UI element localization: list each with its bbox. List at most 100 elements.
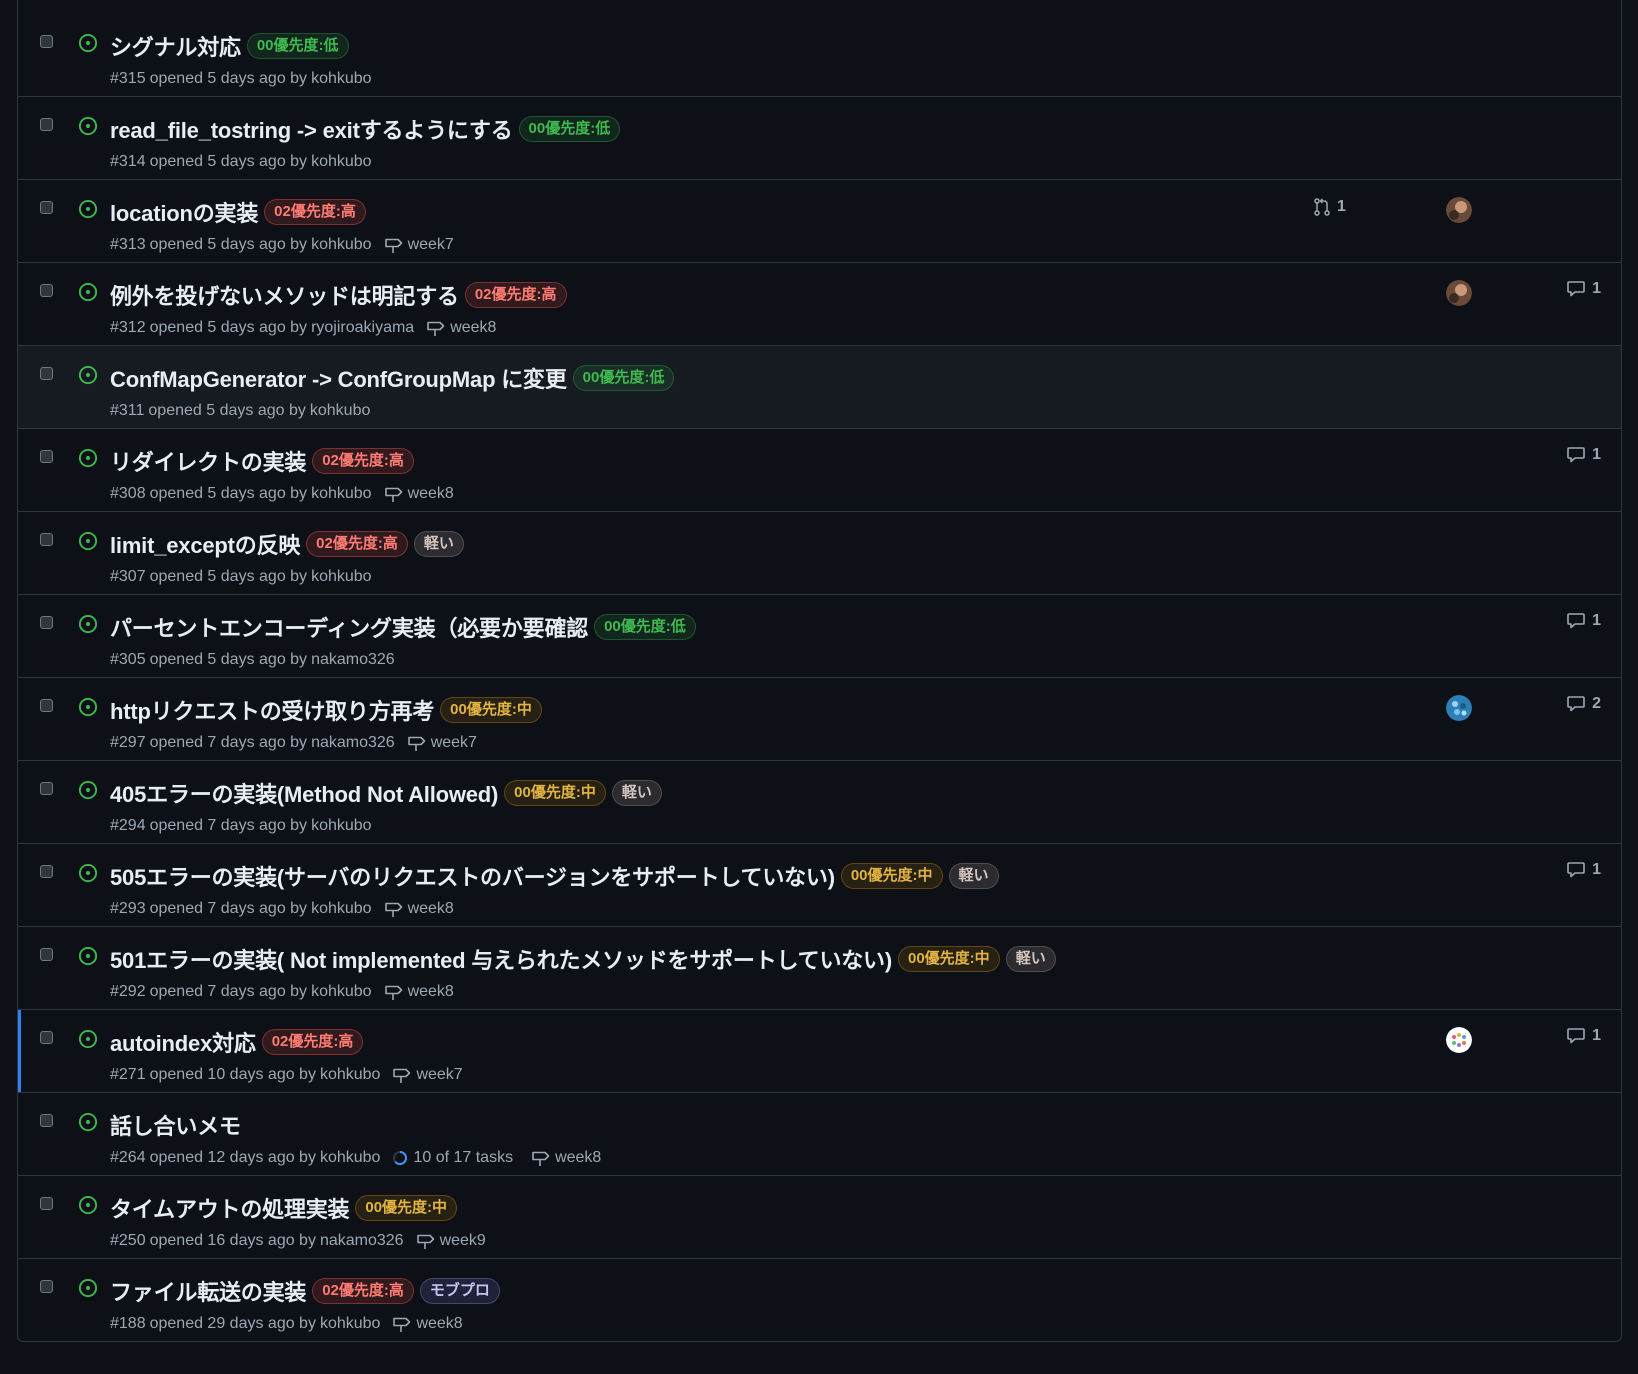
issue-select-checkbox[interactable] — [40, 699, 53, 712]
comments-link[interactable]: 1 — [1566, 1027, 1601, 1045]
issue-title-link[interactable]: locationの実装 — [110, 196, 258, 228]
issue-title-link[interactable]: 505エラーの実装(サーバのリクエストのバージョンをサポートしていない) — [110, 860, 835, 892]
issue-author-link[interactable]: kohkubo — [311, 236, 372, 254]
milestone-link[interactable]: week9 — [416, 1232, 486, 1250]
issue-select-checkbox[interactable] — [40, 1280, 53, 1293]
issue-label[interactable]: 00優先度:中 — [355, 1195, 458, 1221]
issue-label[interactable]: モブプロ — [419, 1278, 500, 1304]
milestone-link[interactable]: week8 — [531, 1149, 601, 1167]
issue-title-link[interactable]: 話し合いメモ — [110, 1109, 241, 1141]
issue-row[interactable]: 501エラーの実装( Not implemented 与えられたメソッドをサポー… — [18, 926, 1621, 1009]
issue-label[interactable]: 軽い — [611, 780, 662, 806]
issue-label[interactable]: 02優先度:高 — [264, 199, 366, 225]
issue-label[interactable]: 02優先度:高 — [464, 282, 567, 308]
issue-label[interactable]: 02優先度:高 — [261, 1029, 364, 1055]
issue-title-link[interactable]: ファイル転送の実装 — [110, 1275, 306, 1307]
issue-label[interactable]: 00優先度:中 — [440, 697, 542, 723]
issue-title-link[interactable]: ConfMapGenerator -> ConfGroupMap に変更 — [110, 362, 567, 394]
issue-label[interactable]: 00優先度:低 — [246, 33, 349, 59]
issue-select-checkbox[interactable] — [40, 782, 53, 795]
issue-label[interactable]: 02優先度:高 — [306, 531, 408, 557]
comments-link[interactable]: 1 — [1566, 861, 1601, 879]
assignee-avatar[interactable] — [1446, 695, 1472, 721]
issue-select-checkbox[interactable] — [40, 865, 53, 878]
issue-author-link[interactable]: kohkubo — [311, 153, 372, 171]
issue-row[interactable]: 話し合いメモ #264 opened 12 days ago by kohkubo 10… — [18, 1092, 1621, 1175]
issue-row[interactable]: ファイル転送の実装 02優先度:高 モブプロ #188 opened 29 days a… — [18, 1258, 1621, 1341]
issue-author-link[interactable]: kohkubo — [320, 1315, 381, 1333]
issue-row[interactable]: ConfMapGenerator -> ConfGroupMap に変更 00優先… — [18, 345, 1621, 428]
issue-title-link[interactable]: リダイレクトの実装 — [110, 445, 306, 477]
issue-title-link[interactable]: 405エラーの実装(Method Not Allowed) — [110, 777, 498, 809]
issue-row[interactable]: シグナル対応 00優先度:低 #315 opened 5 days ago by koh… — [18, 0, 1621, 96]
issue-select-checkbox[interactable] — [40, 1031, 53, 1044]
issue-author-link[interactable]: kohkubo — [311, 70, 372, 88]
issue-select-checkbox[interactable] — [40, 367, 53, 380]
comments-link[interactable]: 1 — [1566, 446, 1601, 464]
comments-link[interactable]: 1 — [1566, 280, 1601, 298]
issue-label[interactable]: 軽い — [413, 531, 464, 557]
issue-label[interactable]: 00優先度:低 — [518, 116, 621, 142]
issue-label[interactable]: 00優先度:中 — [840, 863, 943, 889]
issue-select-checkbox[interactable] — [40, 284, 53, 297]
assignee-avatar[interactable] — [1446, 197, 1472, 223]
milestone-link[interactable]: week8 — [384, 900, 454, 918]
linked-pull-request[interactable]: 1 — [1313, 197, 1346, 217]
issue-select-checkbox[interactable] — [40, 201, 53, 214]
issue-select-checkbox[interactable] — [40, 1114, 53, 1127]
issue-author-link[interactable]: nakamo326 — [311, 651, 395, 669]
issue-author-link[interactable]: kohkubo — [311, 568, 372, 586]
issue-title-link[interactable]: パーセントエンコーディング実装（必要か要確認 — [110, 611, 588, 643]
issue-select-checkbox[interactable] — [40, 450, 53, 463]
assignee-avatar[interactable] — [1446, 1027, 1472, 1053]
issue-title-link[interactable]: 501エラーの実装( Not implemented 与えられたメソッドをサポー… — [110, 943, 892, 975]
issue-author-link[interactable]: kohkubo — [320, 1149, 381, 1167]
milestone-link[interactable]: week7 — [392, 1066, 463, 1084]
issue-select-checkbox[interactable] — [40, 1197, 53, 1210]
issue-row[interactable]: パーセントエンコーディング実装（必要か要確認 00優先度:低 #305 opened … — [18, 594, 1621, 677]
comments-link[interactable]: 1 — [1566, 612, 1601, 630]
milestone-link[interactable]: week8 — [392, 1315, 463, 1333]
issue-row[interactable]: 例外を投げないメソッドは明記する 02優先度:高 #312 opened 5 days… — [18, 262, 1621, 345]
issue-select-checkbox[interactable] — [40, 118, 53, 131]
issue-label[interactable]: 00優先度:低 — [594, 614, 696, 640]
issue-label[interactable]: 軽い — [948, 863, 999, 889]
milestone-link[interactable]: week7 — [384, 236, 454, 254]
milestone-link[interactable]: week8 — [384, 983, 454, 1001]
issue-select-checkbox[interactable] — [40, 948, 53, 961]
issue-author-link[interactable]: nakamo326 — [311, 734, 395, 752]
issue-select-checkbox[interactable] — [40, 35, 53, 48]
issue-row[interactable]: 405エラーの実装(Method Not Allowed) 00優先度:中 軽い #2… — [18, 760, 1621, 843]
issue-label[interactable]: 00優先度:低 — [572, 365, 675, 391]
issue-title-link[interactable]: autoindex対応 — [110, 1026, 256, 1058]
issue-row[interactable]: タイムアウトの処理実装 00優先度:中 #250 opened 16 days ago… — [18, 1175, 1621, 1258]
issue-title-link[interactable]: read_file_tostring -> exitするようにする — [110, 113, 513, 145]
comments-link[interactable]: 2 — [1566, 695, 1601, 713]
issue-row[interactable]: locationの実装 02優先度:高 #313 opened 5 days ago … — [18, 179, 1621, 262]
issue-author-link[interactable]: kohkubo — [320, 1066, 381, 1084]
issue-row[interactable]: 505エラーの実装(サーバのリクエストのバージョンをサポートしていない) 00優先… — [18, 843, 1621, 926]
issue-title-link[interactable]: 例外を投げないメソッドは明記する — [110, 279, 459, 311]
issue-author-link[interactable]: kohkubo — [311, 485, 372, 503]
issue-author-link[interactable]: kohkubo — [311, 817, 372, 835]
issue-author-link[interactable]: kohkubo — [310, 402, 371, 420]
issue-label[interactable]: 軽い — [1005, 946, 1056, 972]
issue-author-link[interactable]: nakamo326 — [320, 1232, 404, 1250]
issue-author-link[interactable]: kohkubo — [311, 983, 372, 1001]
issue-title-link[interactable]: シグナル対応 — [110, 30, 241, 62]
issue-row[interactable]: autoindex対応 02優先度:高 #271 opened 10 days ago… — [18, 1009, 1621, 1092]
issue-title-link[interactable]: タイムアウトの処理実装 — [110, 1192, 350, 1224]
issue-label[interactable]: 00優先度:中 — [898, 946, 1000, 972]
issue-row[interactable]: read_file_tostring -> exitするようにする 00優先度:低… — [18, 96, 1621, 179]
milestone-link[interactable]: week8 — [384, 485, 454, 503]
issue-label[interactable]: 02優先度:高 — [312, 1278, 414, 1304]
milestone-link[interactable]: week8 — [426, 319, 496, 337]
assignee-avatar[interactable] — [1446, 280, 1472, 306]
issue-row[interactable]: limit_exceptの反映 02優先度:高 軽い #307 opened 5 day… — [18, 511, 1621, 594]
issue-select-checkbox[interactable] — [40, 616, 53, 629]
issue-title-link[interactable]: limit_exceptの反映 — [110, 528, 300, 560]
issue-label[interactable]: 02優先度:高 — [312, 448, 414, 474]
milestone-link[interactable]: week7 — [407, 734, 477, 752]
issue-title-link[interactable]: httpリクエストの受け取り方再考 — [110, 694, 434, 726]
issue-row[interactable]: リダイレクトの実装 02優先度:高 #308 opened 5 days ago by… — [18, 428, 1621, 511]
